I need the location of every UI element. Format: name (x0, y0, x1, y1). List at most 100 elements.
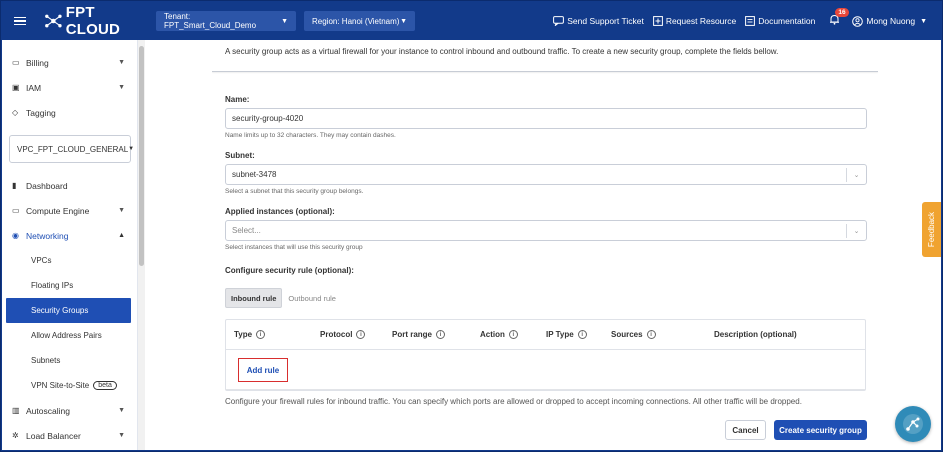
send-support-ticket-label: Send Support Ticket (567, 16, 644, 26)
info-icon[interactable]: i (577, 330, 587, 339)
sidebar-item-dashboard[interactable]: ▮ Dashboard (2, 173, 137, 198)
chevron-down-icon: ▼ (118, 407, 125, 414)
column-label: Sources (611, 330, 643, 339)
section-divider (212, 71, 878, 72)
column-type: Type i (234, 330, 266, 339)
beta-badge: beta (93, 381, 117, 390)
vpc-select[interactable]: VPC_FPT_CLOUD_GENERAL ▼ (9, 135, 135, 163)
column-ip-type: IP Type i (546, 330, 587, 339)
info-icon[interactable]: i (508, 330, 518, 339)
user-menu[interactable]: Mong Nuong ▼ (852, 15, 927, 27)
name-input-value: security-group-4020 (232, 114, 304, 123)
sidebar-item-vpcs[interactable]: VPCs (2, 248, 137, 273)
tenant-label: Tenant: FPT_Smart_Cloud_Demo (164, 12, 257, 30)
caret-down-icon: ▼ (920, 17, 927, 25)
chevron-down-icon: ⌄ (846, 224, 866, 238)
request-resource-label: Request Resource (665, 16, 737, 26)
send-support-ticket-link[interactable]: Send Support Ticket (553, 16, 644, 26)
column-port-range: Port range i (392, 330, 446, 339)
sidebar-item-subnets[interactable]: Subnets (2, 348, 137, 373)
user-icon (852, 15, 864, 27)
caret-down-icon: ▼ (128, 146, 135, 152)
sidebar-item-label: Dashboard (26, 180, 68, 191)
main-content: A security group acts as a virtual firew… (145, 40, 941, 450)
sidebar-scrollbar[interactable] (138, 40, 145, 450)
chevron-down-icon: ⌄ (846, 168, 866, 182)
intro-text: A security group acts as a virtual firew… (225, 47, 779, 56)
column-label: IP Type (546, 330, 574, 339)
column-description: Description (optional) (714, 330, 797, 339)
feedback-tab[interactable]: Feedback (922, 202, 941, 257)
chevron-down-icon: ▼ (118, 207, 125, 214)
applied-instances-select[interactable]: Select... ⌄ (225, 220, 867, 241)
cancel-button[interactable]: Cancel (725, 420, 766, 440)
user-name: Mong Nuong (866, 16, 916, 26)
sidebar-item-iam[interactable]: ▣ IAM ▼ (2, 75, 137, 100)
sidebar-item-label: IAM (26, 82, 42, 93)
info-icon[interactable]: i (256, 330, 266, 339)
table-scrollbar[interactable] (225, 389, 866, 390)
sidebar-item-tagging[interactable]: ◇ Tagging (2, 100, 137, 125)
tab-inbound-rule[interactable]: Inbound rule (225, 288, 283, 308)
menu-button[interactable] (2, 2, 38, 40)
request-resource-link[interactable]: Request Resource (652, 16, 737, 26)
info-icon[interactable]: i (436, 330, 446, 339)
sidebar-item-allow-address-pairs[interactable]: Allow Address Pairs (2, 323, 137, 348)
column-sources: Sources i (611, 330, 656, 339)
sidebar-item-compute-engine[interactable]: ▭ Compute Engine ▼ (2, 198, 137, 223)
app-window: FPT CLOUD Tenant: FPT_Smart_Cloud_Demo ▼… (1, 1, 942, 451)
documentation-link[interactable]: Documentation (745, 16, 815, 26)
add-rule-button[interactable]: Add rule (238, 358, 288, 382)
sidebar-item-label: Autoscaling (26, 405, 70, 416)
name-label: Name: (225, 95, 250, 104)
chevron-down-icon: ▼ (118, 432, 125, 439)
subnet-select[interactable]: subnet-3478 ⌄ (225, 164, 867, 185)
sidebar-item-load-balancer[interactable]: ✲ Load Balancer ▼ (2, 423, 137, 448)
request-icon (652, 16, 663, 26)
info-icon[interactable]: i (356, 330, 366, 339)
notification-badge: 16 (835, 8, 849, 17)
sidebar-item-autoscaling[interactable]: ▥ Autoscaling ▼ (2, 398, 137, 423)
applied-instances-placeholder: Select... (232, 226, 261, 235)
column-label: Description (optional) (714, 330, 797, 339)
chevron-down-icon: ▼ (118, 59, 125, 66)
sidebar-item-floating-ips[interactable]: Floating IPs (2, 273, 137, 298)
notification-button[interactable]: 16 (829, 8, 849, 28)
caret-down-icon: ▼ (281, 17, 288, 25)
hamburger-icon (14, 16, 26, 26)
sidebar-item-vpn-site-to-site[interactable]: VPN Site-to-Site beta (2, 373, 137, 398)
monitor-icon: ▭ (12, 206, 20, 215)
sidebar-item-security-groups[interactable]: Security Groups (6, 298, 131, 323)
sidebar-item-label: Compute Engine (26, 205, 90, 216)
autoscaling-icon: ▥ (12, 406, 20, 415)
tenant-select[interactable]: Tenant: FPT_Smart_Cloud_Demo ▼ (156, 11, 296, 31)
iam-icon: ▣ (12, 83, 20, 92)
column-protocol: Protocol i (320, 330, 366, 339)
column-label: Type (234, 330, 253, 339)
documentation-label: Documentation (758, 16, 816, 26)
chart-icon: ▮ (12, 181, 17, 190)
rule-tabs: Inbound rule Outbound rule (225, 288, 336, 308)
ai-assistant-button[interactable] (895, 406, 931, 442)
logo-text: FPT CLOUD (65, 4, 121, 38)
column-action: Action i (480, 330, 518, 339)
load-balancer-icon: ✲ (12, 431, 19, 440)
info-icon[interactable]: i (646, 330, 656, 339)
vpc-select-value: VPC_FPT_CLOUD_GENERAL (17, 144, 129, 154)
create-security-group-button[interactable]: Create security group (774, 420, 867, 440)
name-input[interactable]: security-group-4020 (225, 108, 867, 129)
fpt-cloud-logo[interactable]: FPT CLOUD (44, 4, 148, 38)
sidebar-item-billing[interactable]: ▭ Billing ▼ (2, 50, 137, 75)
network-icon: ◉ (12, 231, 19, 240)
logo-mark-icon (45, 14, 62, 28)
sidebar-item-networking[interactable]: ◉ Networking ▲ (2, 223, 137, 248)
sidebar: ▭ Billing ▼ ▣ IAM ▼ ◇ Tagging VPC_FPT_CL… (2, 40, 138, 450)
region-select[interactable]: Region: Hanoi (Vietnam) ▼ (304, 11, 415, 31)
add-rule-label: Add rule (246, 365, 280, 375)
top-right-actions: Send Support Ticket Request Resource Doc… (544, 2, 941, 40)
sidebar-item-label: Tagging (26, 107, 56, 118)
rule-footer-note: Configure your firewall rules for inboun… (225, 397, 802, 406)
tab-outbound-rule[interactable]: Outbound rule (288, 294, 336, 303)
document-icon (745, 16, 756, 26)
scrollbar-thumb[interactable] (139, 46, 144, 266)
